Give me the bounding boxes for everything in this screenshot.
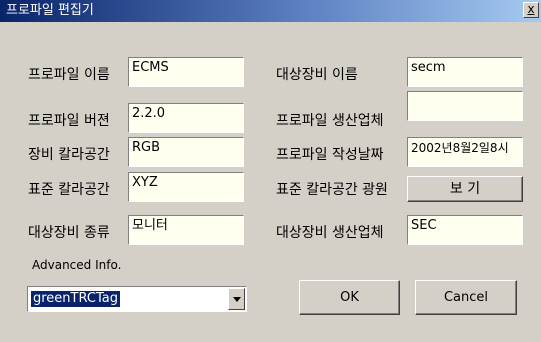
profile-date-field[interactable]: 2002년8월2일8시	[407, 137, 523, 167]
profile-editor-dialog: 프로파일 편집기 x 프로파일 이름 ECMS 프로파일 버젼 2.2.0 장비…	[0, 0, 541, 342]
close-button[interactable]: x	[523, 2, 539, 18]
device-colorspace-label: 장비 칼라공간	[28, 147, 110, 163]
chevron-down-icon	[233, 297, 241, 302]
target-device-name-label: 대상장비 이름	[276, 67, 358, 83]
advanced-info-label: Advanced Info.	[32, 258, 122, 272]
profile-manufacturer-label: 프로파일 생산업체	[276, 113, 384, 129]
dropdown-button[interactable]	[228, 288, 245, 310]
standard-colorspace-field[interactable]: XYZ	[128, 172, 244, 202]
profile-version-field[interactable]: 2.2.0	[128, 103, 244, 133]
ok-button[interactable]: OK	[299, 280, 400, 315]
profile-manufacturer-field[interactable]	[407, 91, 523, 121]
advanced-info-select[interactable]: greenTRCTag	[27, 286, 247, 312]
target-device-manufacturer-field[interactable]: SEC	[407, 215, 523, 245]
profile-name-field[interactable]: ECMS	[128, 57, 244, 87]
view-illuminant-button[interactable]: 보 기	[407, 176, 523, 202]
close-icon: x	[527, 2, 535, 16]
target-device-type-label: 대상장비 종류	[28, 225, 110, 241]
window-title: 프로파일 편집기	[6, 3, 94, 18]
standard-colorspace-label: 표준 칼라공간	[28, 182, 110, 198]
target-device-manufacturer-label: 대상장비 생산업체	[276, 225, 384, 241]
advanced-info-selected: greenTRCTag	[31, 291, 120, 307]
cancel-button[interactable]: Cancel	[415, 280, 517, 315]
target-device-type-field[interactable]: 모니터	[128, 215, 244, 245]
profile-date-label: 프로파일 작성날짜	[276, 147, 384, 163]
standard-illuminant-label: 표준 칼라공간 광원	[276, 182, 388, 198]
title-bar[interactable]: 프로파일 편집기 x	[0, 0, 541, 22]
target-device-name-field[interactable]: secm	[407, 57, 523, 87]
profile-name-label: 프로파일 이름	[28, 67, 110, 83]
profile-version-label: 프로파일 버젼	[28, 113, 110, 129]
device-colorspace-field[interactable]: RGB	[128, 137, 244, 167]
